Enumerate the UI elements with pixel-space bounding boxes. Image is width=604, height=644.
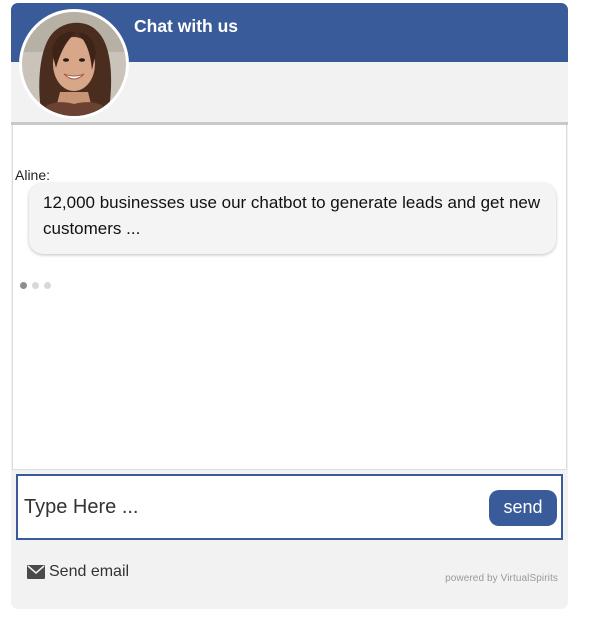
agent-avatar [19,9,129,119]
composer: send [16,474,563,540]
send-button[interactable]: send [489,490,557,526]
pagination-dot [44,282,51,289]
message-area[interactable]: Aline: 12,000 businesses use our chatbot… [12,125,567,470]
agent-avatar-photo-icon [22,12,126,116]
message-pagination-dots [20,276,56,294]
pagination-dot-active [20,282,27,289]
message-bubble: 12,000 businesses use our chatbot to gen… [29,183,556,254]
chat-widget: Chat with us Aline: 12,000 businesses us… [11,3,568,609]
chat-title: Chat with us [134,16,239,36]
pagination-dot [32,282,39,289]
send-email-link[interactable]: Send email [27,563,129,581]
message-sender: Aline: [15,167,51,183]
message-input[interactable] [22,490,466,524]
powered-by[interactable]: powered by VirtualSpirits [445,573,558,584]
send-email-label: Send email [49,563,130,580]
envelope-icon [27,565,45,579]
